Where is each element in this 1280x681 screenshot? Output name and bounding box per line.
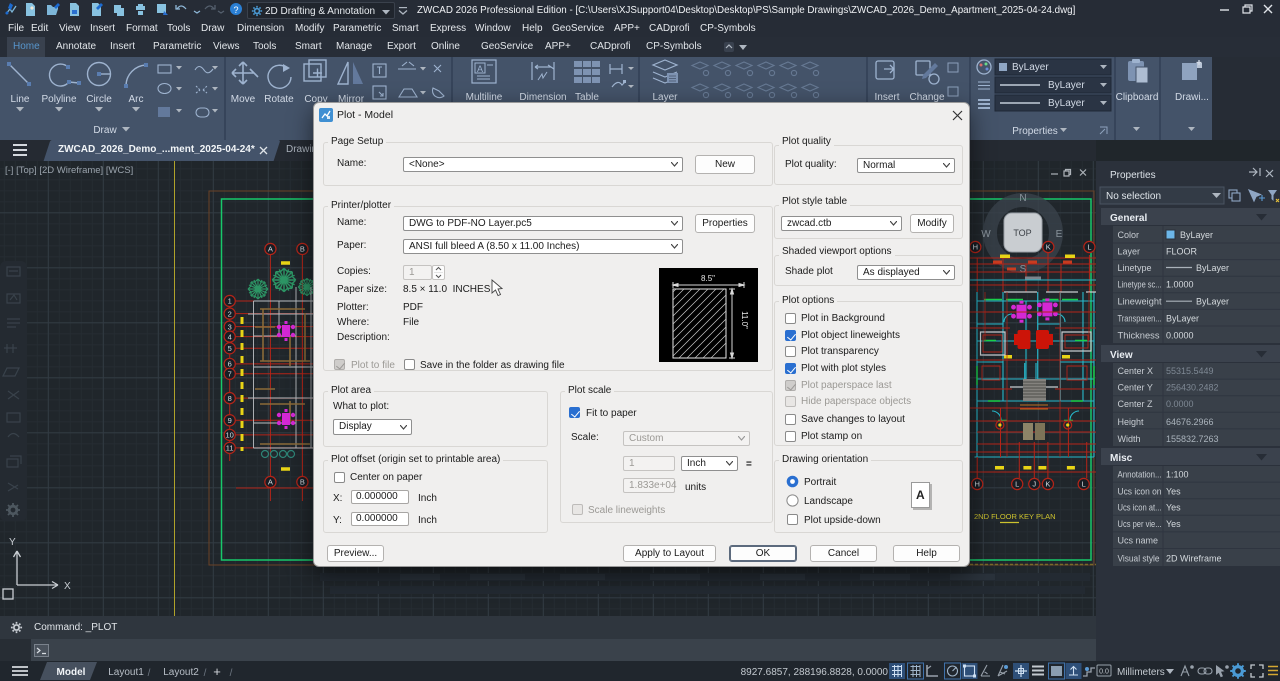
svg-text:X: X	[64, 581, 71, 592]
svg-text:0.0000: 0.0000	[1166, 399, 1194, 409]
svg-text:ByLayer: ByLayer	[1048, 98, 1085, 109]
svg-text:A: A	[268, 245, 273, 254]
svg-text:FLOOR: FLOOR	[1166, 247, 1198, 257]
svg-text:Visual style: Visual style	[1118, 554, 1160, 564]
svg-text:5: 5	[228, 344, 232, 353]
svg-text:Model: Model	[57, 667, 86, 678]
svg-text:2ND FLOOR KEY PLAN: 2ND FLOOR KEY PLAN	[974, 512, 1056, 521]
svg-text:155832.7263: 155832.7263	[1166, 434, 1219, 444]
svg-text:E: E	[1056, 229, 1063, 240]
svg-text:Clipboard: Clipboard	[1116, 92, 1159, 103]
svg-text:Center Z: Center Z	[1118, 399, 1154, 409]
svg-text:/: /	[204, 668, 207, 679]
svg-text:Ucs per vie...: Ucs per vie...	[1118, 519, 1162, 529]
svg-text:ByLayer: ByLayer	[1012, 62, 1049, 73]
svg-text:H: H	[973, 243, 978, 252]
svg-text:Layer: Layer	[1118, 247, 1141, 257]
svg-text:8: 8	[228, 394, 232, 403]
svg-text:8.5": 8.5"	[701, 274, 715, 283]
svg-text:Thickness: Thickness	[1118, 331, 1161, 341]
svg-text:+: +	[213, 664, 221, 679]
svg-text:J: J	[1032, 480, 1036, 489]
svg-text:Yes: Yes	[1166, 486, 1181, 496]
svg-text:View: View	[1110, 350, 1133, 361]
svg-text:K: K	[1045, 480, 1050, 489]
svg-text:11.0": 11.0"	[740, 311, 749, 329]
svg-text:W: W	[981, 229, 991, 240]
svg-text:Transparen...: Transparen...	[1118, 313, 1162, 323]
svg-text:Rotate: Rotate	[264, 94, 294, 105]
svg-text:K: K	[1046, 243, 1051, 252]
svg-text:55315.5449: 55315.5449	[1166, 366, 1214, 376]
svg-text:9: 9	[228, 416, 232, 425]
svg-text:2D Wireframe: 2D Wireframe	[1166, 554, 1222, 564]
svg-text:1:100: 1:100	[1166, 470, 1189, 480]
svg-text:Linetype: Linetype	[1118, 263, 1152, 273]
svg-text:N: N	[1019, 193, 1026, 204]
svg-text:Y: Y	[9, 537, 16, 548]
svg-text:Yes: Yes	[1166, 502, 1181, 512]
svg-text:1: 1	[228, 297, 232, 306]
svg-text:ByLayer: ByLayer	[1048, 80, 1085, 91]
svg-text:L: L	[1087, 243, 1091, 252]
svg-text:ByLayer: ByLayer	[1180, 230, 1213, 240]
svg-text:4: 4	[228, 332, 232, 341]
svg-text:/: /	[230, 668, 233, 679]
svg-text:Draw: Draw	[93, 125, 117, 136]
svg-text:A: A	[477, 64, 483, 74]
svg-text:8927.6857, 288196.8828, 0.0000: 8927.6857, 288196.8828, 0.0000	[741, 667, 889, 678]
svg-text:No selection: No selection	[1106, 191, 1161, 202]
svg-text:ByLayer: ByLayer	[1196, 263, 1229, 273]
svg-text:?: ?	[233, 5, 238, 15]
svg-text:3: 3	[228, 322, 232, 331]
svg-text:Properties: Properties	[1110, 170, 1156, 181]
svg-text:H: H	[974, 480, 979, 489]
svg-text:Millimeters: Millimeters	[1117, 667, 1165, 678]
svg-text:6: 6	[228, 360, 232, 369]
svg-text:Ucs icon at...: Ucs icon at...	[1118, 502, 1162, 512]
svg-text:L: L	[1015, 480, 1019, 489]
svg-text:64676.2966: 64676.2966	[1166, 417, 1214, 427]
svg-text:Layout2: Layout2	[163, 667, 199, 678]
svg-text:Circle: Circle	[86, 94, 112, 105]
svg-text:Center X: Center X	[1118, 366, 1154, 376]
svg-text:10: 10	[226, 431, 234, 440]
svg-text:256430.2482: 256430.2482	[1166, 383, 1219, 393]
svg-text:B: B	[300, 478, 305, 487]
svg-text:ByLayer: ByLayer	[1166, 313, 1199, 323]
svg-text:Layout1: Layout1	[108, 667, 144, 678]
svg-text:Width: Width	[1118, 434, 1141, 444]
svg-text:Linetype sc...: Linetype sc...	[1118, 280, 1162, 290]
svg-text:Lineweight: Lineweight	[1118, 297, 1163, 307]
svg-text:TOP: TOP	[1013, 228, 1031, 238]
svg-text:Annotation...: Annotation...	[1118, 470, 1162, 480]
svg-text:Yes: Yes	[1166, 519, 1181, 529]
svg-text:Arc: Arc	[129, 94, 144, 105]
svg-text:L: L	[1082, 480, 1086, 489]
svg-text:Drawi...: Drawi...	[1175, 92, 1209, 103]
svg-text:0.0: 0.0	[1099, 669, 1109, 676]
svg-text:General: General	[1110, 213, 1147, 224]
svg-text:Properties: Properties	[1012, 126, 1058, 137]
svg-text:ByLayer: ByLayer	[1196, 297, 1229, 307]
svg-text:Move: Move	[231, 94, 256, 105]
svg-text:A: A	[268, 478, 273, 487]
svg-text:Misc: Misc	[1110, 453, 1133, 464]
svg-text:Color: Color	[1118, 230, 1140, 240]
svg-text:0.0000: 0.0000	[1166, 331, 1194, 341]
svg-text:11: 11	[226, 444, 234, 453]
svg-text:B: B	[300, 245, 305, 254]
svg-text:Height: Height	[1118, 417, 1145, 427]
svg-text:Ucs icon on: Ucs icon on	[1118, 486, 1162, 496]
svg-text:Ucs name: Ucs name	[1118, 536, 1159, 546]
svg-text:Polyline: Polyline	[41, 94, 76, 105]
svg-text:Line: Line	[11, 94, 30, 105]
svg-text:[-] [Top] [2D Wireframe] [WCS]: [-] [Top] [2D Wireframe] [WCS]	[5, 165, 133, 176]
svg-text:/: /	[148, 668, 151, 679]
svg-text:Center Y: Center Y	[1118, 383, 1153, 393]
svg-text:1.0000: 1.0000	[1166, 280, 1194, 290]
svg-text:7: 7	[228, 370, 232, 379]
svg-text:2: 2	[228, 309, 232, 318]
